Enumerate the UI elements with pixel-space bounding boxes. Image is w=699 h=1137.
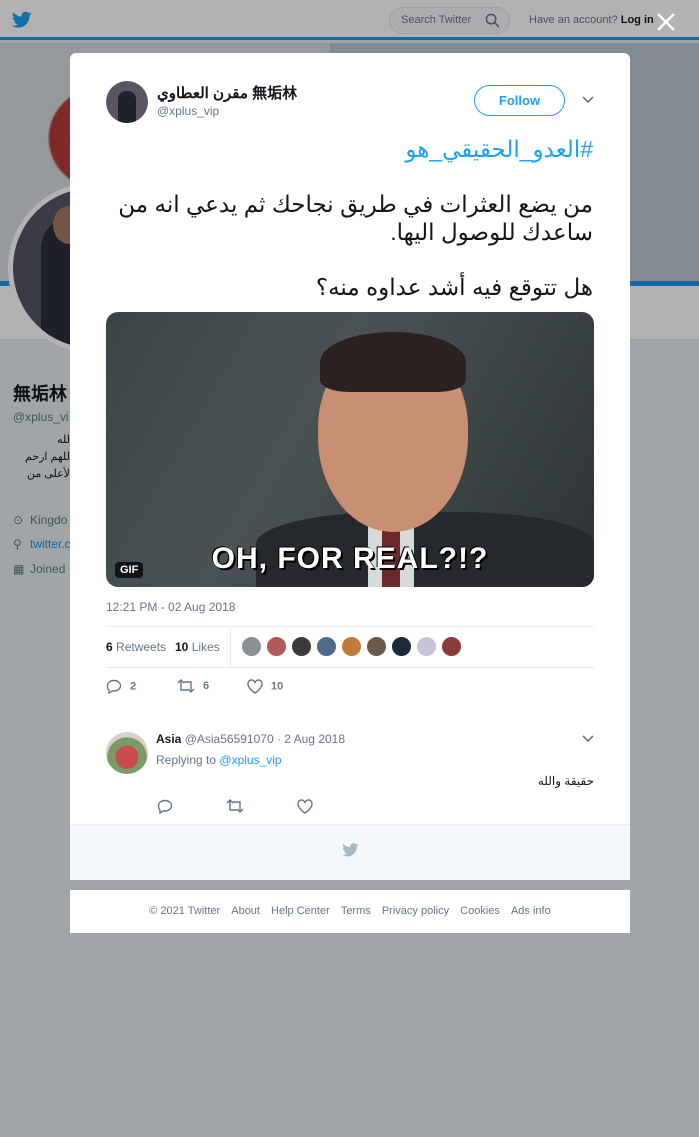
avatar[interactable]	[391, 636, 412, 657]
retweet-icon[interactable]	[226, 799, 244, 813]
footer-links: © 2021 Twitter About Help Center Terms P…	[70, 905, 630, 917]
avatar[interactable]	[241, 636, 262, 657]
author-handle[interactable]: @xplus_vip	[157, 104, 219, 118]
avatar[interactable]	[416, 636, 437, 657]
likes-stat[interactable]: 10 Likes	[175, 640, 220, 654]
reply-count: 2	[130, 680, 137, 693]
avatar[interactable]	[291, 636, 312, 657]
retweets-count: 6	[106, 640, 113, 654]
retweets-stat[interactable]: 6 Retweets	[106, 640, 166, 654]
chevron-down-icon[interactable]	[582, 95, 594, 105]
likes-count: 10	[175, 640, 189, 654]
avatar[interactable]	[106, 732, 148, 774]
footer-copyright: © 2021 Twitter	[149, 905, 221, 917]
footer-privacy-link[interactable]: Privacy policy	[382, 905, 449, 917]
reply-icon[interactable]	[157, 799, 173, 814]
like-count: 10	[271, 680, 284, 693]
avatar[interactable]	[266, 636, 287, 657]
reply-author-name[interactable]: Asia	[156, 732, 181, 746]
like-icon	[247, 679, 263, 694]
site-footer: © 2021 Twitter About Help Center Terms P…	[70, 890, 630, 933]
tweet-media-gif[interactable]: OH, FOR REAL?!? GIF	[106, 312, 594, 587]
reply-author: Asia @Asia56591070 · 2 Aug 2018	[156, 732, 345, 746]
reply-text: حقيقة والله	[537, 774, 594, 788]
gif-badge: GIF	[115, 562, 144, 578]
replying-prefix: Replying to	[156, 753, 217, 767]
like-icon[interactable]	[297, 799, 313, 814]
avatar[interactable]	[316, 636, 337, 657]
retweet-count: 6	[203, 679, 210, 692]
tweet-actions: 2 6 10	[106, 679, 406, 699]
tweet-paragraph: هل تتوقع فيه أشد عداوه منه؟	[315, 274, 593, 300]
avatar[interactable]	[366, 636, 387, 657]
gif-caption: OH, FOR REAL?!?	[211, 542, 489, 575]
modal-footer	[70, 824, 630, 880]
tweet-timestamp[interactable]: 12:21 PM - 02 Aug 2018	[106, 600, 235, 614]
tweet-modal: مقرن العطاوي 無垢林 @xplus_vip Follow #العد…	[70, 53, 630, 880]
twitter-bird-icon	[342, 843, 359, 857]
tweet-stats: 6 Retweets 10 Likes	[106, 626, 594, 668]
footer-terms-link[interactable]: Terms	[341, 905, 371, 917]
footer-ads-link[interactable]: Ads info	[511, 905, 551, 917]
stats-divider	[230, 627, 231, 667]
replying-to: Replying to @xplus_vip	[156, 753, 282, 767]
reply-icon	[106, 679, 122, 695]
replying-to-link[interactable]: @xplus_vip	[219, 753, 281, 767]
avatar[interactable]	[441, 636, 462, 657]
like-button[interactable]: 10	[247, 679, 283, 694]
reply-handle-date: @Asia56591070 · 2 Aug 2018	[184, 732, 346, 746]
retweet-icon	[177, 679, 195, 693]
close-icon[interactable]	[655, 11, 677, 33]
footer-help-link[interactable]: Help Center	[271, 905, 330, 917]
footer-cookies-link[interactable]: Cookies	[460, 905, 500, 917]
reply-button[interactable]: 2	[106, 679, 137, 695]
retweet-button[interactable]: 6	[177, 679, 209, 693]
likes-label: Likes	[191, 640, 220, 654]
tweet-text: #العدو_الحقيقي_هو من يضع العثرات في طريق…	[107, 133, 593, 301]
chevron-down-icon[interactable]	[582, 734, 594, 744]
reply-actions	[157, 799, 357, 817]
author-avatar[interactable]	[106, 81, 148, 123]
footer-about-link[interactable]: About	[231, 905, 260, 917]
retweets-label: Retweets	[116, 640, 167, 654]
follow-button[interactable]: Follow	[474, 85, 565, 116]
tweet-paragraph: من يضع العثرات في طريق نجاحك ثم يدعي انه…	[118, 191, 593, 245]
avatar[interactable]	[341, 636, 362, 657]
author-name[interactable]: مقرن العطاوي 無垢林	[157, 82, 297, 103]
hashtag-link[interactable]: #العدو_الحقيقي_هو	[107, 135, 593, 163]
